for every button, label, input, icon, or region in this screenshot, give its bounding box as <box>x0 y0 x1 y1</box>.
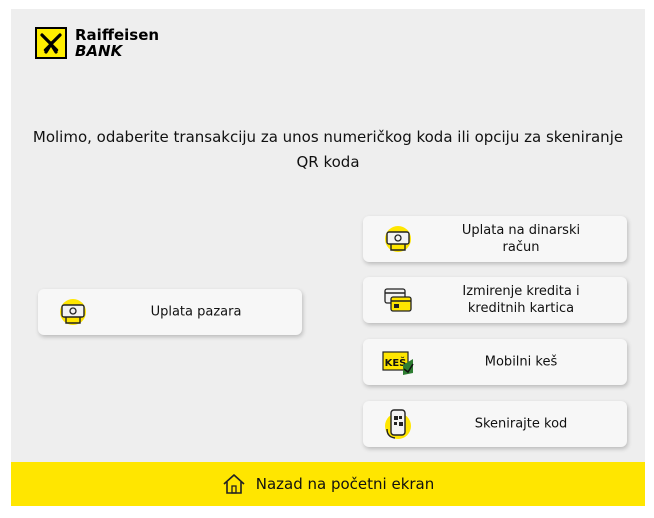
home-button[interactable]: Nazad na početni ekran <box>11 462 645 506</box>
uplata-pazara-label: Uplata pazara <box>150 304 242 320</box>
krediti-label-line2: kreditnih kartica <box>467 301 575 316</box>
home-button-label: Nazad na početni ekran <box>255 475 435 493</box>
krediti-label-line1: Izmirenje kredita i <box>462 284 580 299</box>
skenirajte-kod-button[interactable]: Skenirajte kod <box>363 401 627 447</box>
cash-deposit-icon <box>56 295 90 329</box>
kes-badge-icon: KEŠ <box>381 345 415 379</box>
dinarski-label-line2: račun <box>502 240 540 255</box>
brand-bank: BANK <box>75 42 123 60</box>
raiffeisen-gable-icon <box>35 27 67 59</box>
mobilni-kes-button[interactable]: KEŠ Mobilni keš <box>363 339 627 385</box>
qr-phone-scan-icon <box>381 407 415 441</box>
mobilni-kes-label: Mobilni keš <box>484 354 558 370</box>
dinarski-label-line1: Uplata na dinarski <box>461 223 581 238</box>
credit-card-icon <box>381 283 415 317</box>
home-icon <box>223 474 245 494</box>
skenirajte-kod-label: Skenirajte kod <box>474 416 568 432</box>
atm-screen: Raiffeisen BANK Molimo, odaberite transa… <box>11 9 645 506</box>
uplata-dinarski-racun-button[interactable]: Uplata na dinarski račun <box>363 216 627 262</box>
izmirenje-kredita-button[interactable]: Izmirenje kredita i kreditnih kartica <box>363 277 627 323</box>
cash-deposit-icon <box>381 222 415 256</box>
brand-name: Raiffeisen <box>75 26 160 44</box>
uplata-pazara-button[interactable]: Uplata pazara <box>38 289 302 335</box>
instruction-text: Molimo, odaberite transakciju za unos nu… <box>32 128 624 171</box>
